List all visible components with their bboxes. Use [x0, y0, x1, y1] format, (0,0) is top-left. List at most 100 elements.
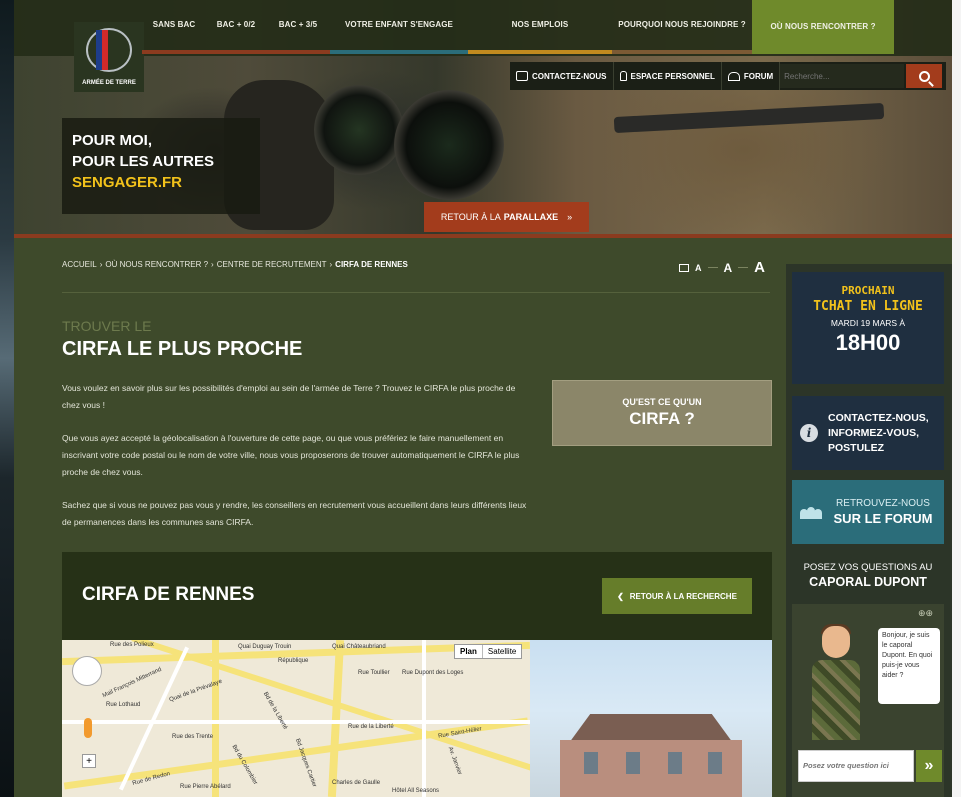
map-type-toggle: Plan Satellite: [454, 644, 523, 659]
font-separator: [738, 267, 749, 268]
hero-rifle: [613, 102, 885, 134]
breadcrumb-separator: ›: [99, 260, 103, 269]
search-input[interactable]: [780, 64, 905, 88]
avatar-head: [822, 626, 850, 658]
nav-votre-enfant[interactable]: VOTRE ENFANT S'ENGAGE: [330, 0, 468, 48]
person-shape: [814, 509, 822, 519]
question-box: [798, 750, 914, 782]
map-pan-control[interactable]: [72, 656, 102, 686]
search-button[interactable]: [906, 64, 943, 88]
caporal-speech-bubble: Bonjour, je suis le caporal Dupont. En q…: [878, 628, 940, 704]
map-label: Mail François Mitterrand: [101, 666, 163, 700]
nav-ou-nous-rencontrer[interactable]: OÙ NOUS RENCONTRER ?: [752, 0, 894, 52]
photo-window: [584, 752, 598, 774]
map-zoom-in-button[interactable]: +: [82, 754, 96, 768]
contact-label: CONTACTEZ-NOUS: [532, 71, 607, 81]
content-divider: [62, 292, 770, 293]
section-kicker: TROUVER LE: [62, 318, 152, 334]
nav-line: [612, 50, 752, 54]
people-group-icon: [800, 505, 822, 519]
army-logo[interactable]: ARMÉE DE TERRE: [74, 22, 144, 92]
search-icon: [918, 70, 930, 82]
cirfa-question-line2: CIRFA ?: [629, 409, 695, 428]
breadcrumb-home[interactable]: ACCUEIL: [62, 260, 97, 269]
map-street: [212, 640, 219, 797]
forum-link[interactable]: FORUM: [722, 62, 781, 90]
contact-line-3: POSTULEZ: [828, 441, 885, 454]
nav-color-lines: [142, 50, 894, 54]
breadcrumb-rencontrer[interactable]: OÙ NOUS RENCONTRER ?: [105, 260, 208, 269]
pegman-icon[interactable]: [84, 718, 92, 738]
parallax-prefix: RETOUR À LA: [440, 212, 501, 222]
breadcrumb-current: CIRFA DE RENNES: [335, 260, 408, 269]
map-label: Rue des Polieux: [110, 642, 154, 648]
tchat-banner[interactable]: PROCHAIN TCHAT EN LIGNE MARDI 19 MARS À …: [792, 272, 944, 384]
tchat-time: 18H00: [835, 330, 901, 355]
forum-line-1: RETROUVEZ-NOUS: [836, 498, 930, 509]
page-title: CIRFA LE PLUS PROCHE: [62, 338, 303, 360]
contact-banner[interactable]: i CONTACTEZ-NOUS, INFORMEZ-VOUS, POSTULE…: [792, 396, 944, 470]
espace-personnel-link[interactable]: ESPACE PERSONNEL: [614, 62, 722, 90]
caporal-avatar: [812, 624, 860, 746]
envelope-icon: [516, 71, 528, 81]
sidebar: PROCHAIN TCHAT EN LIGNE MARDI 19 MARS À …: [786, 264, 952, 797]
nav-line: [468, 50, 612, 54]
slogan-line-1: POUR MOI,: [72, 132, 153, 149]
photo-window: [668, 752, 682, 774]
map-street: [62, 720, 530, 724]
nav-nos-emplois[interactable]: NOS EMPLOIS: [468, 0, 612, 48]
slogan-site[interactable]: SENGAGER.FR: [72, 172, 250, 193]
map-plan-button[interactable]: Plan: [455, 645, 483, 658]
map[interactable]: Rue des Polieux Quai Duguay Trouin Quai …: [62, 640, 530, 797]
map-label: Bd Jacques Cartier: [293, 737, 318, 789]
nav-line: [330, 50, 468, 54]
website: ARMÉE DE TERRE SANS BAC BAC + 0/2 BAC + …: [14, 0, 952, 797]
breadcrumb-separator: ›: [211, 260, 214, 269]
map-label: Rue Dupont des Loges: [402, 670, 464, 676]
breadcrumb-centre[interactable]: CENTRE DE RECRUTEMENT: [217, 260, 327, 269]
nav-sans-bac[interactable]: SANS BAC: [142, 0, 206, 48]
forum-banner[interactable]: RETROUVEZ-NOUS SUR LE FORUM: [792, 480, 944, 544]
zoom-icons[interactable]: ⊕⊕: [918, 608, 933, 619]
globe-icon: [86, 28, 132, 72]
map-street: [327, 640, 345, 797]
nav-pourquoi[interactable]: POURQUOI NOUS REJOINDRE ?: [612, 0, 752, 48]
double-chevron-down-icon: »: [567, 212, 573, 222]
font-small-button[interactable]: A: [695, 263, 702, 273]
map-street: [422, 640, 426, 797]
hero-slogan: POUR MOI, POUR LES AUTRES SENGAGER.FR: [62, 118, 260, 214]
breadcrumb-separator: ›: [329, 260, 333, 269]
cirfa-rennes-title: CIRFA DE RENNES: [82, 584, 255, 605]
nav-bac-3-5[interactable]: BAC + 3/5: [266, 0, 330, 48]
map-label: Rue de la Liberté: [348, 724, 394, 730]
map-label: Charles de Gaulle: [332, 780, 381, 786]
font-medium-button[interactable]: A: [724, 261, 733, 275]
hero-scope-left: [314, 85, 404, 175]
question-input[interactable]: [803, 761, 909, 770]
back-label: RETOUR À LA RECHERCHE: [629, 591, 737, 601]
map-street: [63, 717, 529, 790]
breadcrumb: ACCUEIL › OÙ NOUS RENCONTRER ? › CENTRE …: [62, 260, 408, 269]
what-is-cirfa-button[interactable]: QU'EST CE QU'UN CIRFA ?: [552, 380, 772, 446]
forum-label: FORUM: [743, 71, 774, 81]
info-icon: i: [800, 424, 818, 442]
contact-link[interactable]: CONTACTEZ-NOUS: [510, 62, 614, 90]
map-label: Rue Toullier: [358, 670, 390, 676]
back-to-search-button[interactable]: ❮ RETOUR À LA RECHERCHE: [602, 578, 752, 614]
nav-line: [752, 50, 894, 54]
tchat-date: MARDI 19 MARS À: [830, 318, 906, 328]
font-large-button[interactable]: A: [754, 259, 765, 276]
intro-paragraph-3: Sachez que si vous ne pouvez pas vous y …: [62, 500, 527, 527]
map-label: Av. Janvier: [446, 746, 463, 776]
nav-line: [266, 50, 330, 54]
parallax-button[interactable]: RETOUR À LA PARALLAXE »: [424, 202, 589, 232]
cirfa-question-line1: QU'EST CE QU'UN: [622, 397, 702, 407]
caporal-line-1: POSEZ VOS QUESTIONS AU: [803, 562, 933, 573]
intro-paragraph-1: Vous voulez en savoir plus sur les possi…: [62, 383, 516, 410]
map-label: Rue Pierre Abélard: [180, 784, 231, 790]
nav-bac-0-2[interactable]: BAC + 0/2: [206, 0, 266, 48]
chevron-left-icon: ❮: [617, 591, 624, 601]
map-satellite-button[interactable]: Satellite: [483, 645, 521, 658]
tchat-label-2: TCHAT EN LIGNE: [813, 299, 923, 314]
send-question-button[interactable]: »: [916, 750, 942, 782]
